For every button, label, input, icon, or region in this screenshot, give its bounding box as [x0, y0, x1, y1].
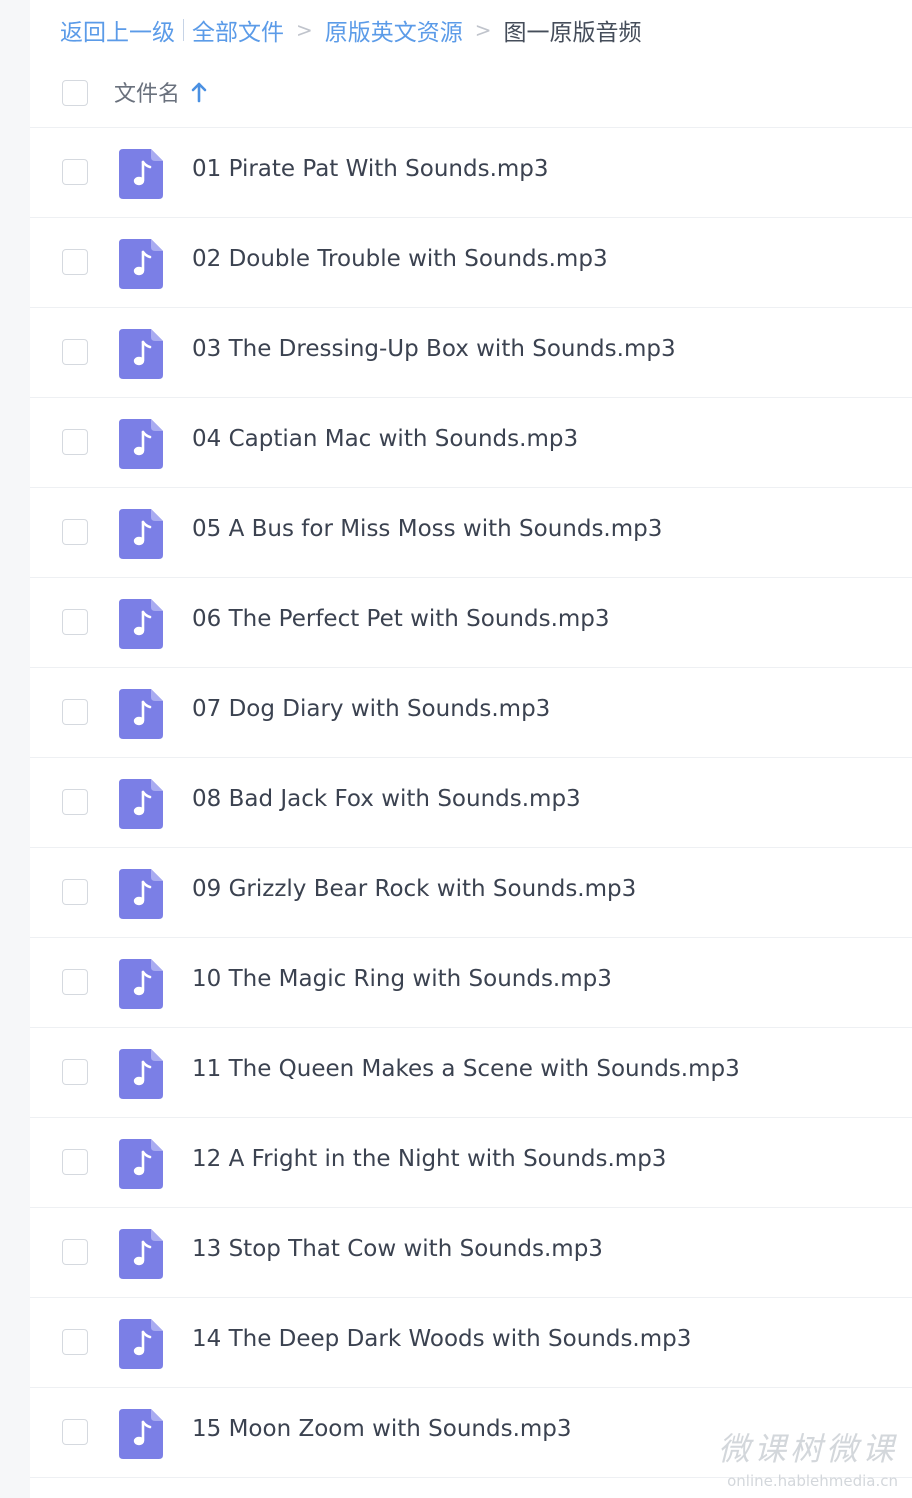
file-name[interactable]: 06 The Perfect Pet with Sounds.mp3 [192, 606, 610, 632]
file-name[interactable]: 15 Moon Zoom with Sounds.mp3 [192, 1416, 572, 1442]
audio-file-icon [119, 1229, 163, 1279]
audio-file-icon [119, 149, 163, 199]
file-checkbox[interactable] [62, 519, 88, 545]
file-row[interactable]: 06 The Perfect Pet with Sounds.mp3 [30, 578, 912, 668]
audio-file-icon [119, 1409, 163, 1459]
file-row[interactable]: 05 A Bus for Miss Moss with Sounds.mp3 [30, 488, 912, 578]
sort-by-name-header[interactable]: 文件名 [114, 76, 208, 108]
file-row[interactable]: 11 The Queen Makes a Scene with Sounds.m… [30, 1028, 912, 1118]
left-sidebar-edge [0, 0, 30, 1498]
file-checkbox[interactable] [62, 159, 88, 185]
file-row[interactable]: 12 A Fright in the Night with Sounds.mp3 [30, 1118, 912, 1208]
file-row[interactable]: 04 Captian Mac with Sounds.mp3 [30, 398, 912, 488]
file-row[interactable]: 10 The Magic Ring with Sounds.mp3 [30, 938, 912, 1028]
arrow-up-icon [190, 81, 208, 103]
breadcrumb-back-link[interactable]: 返回上一级 [60, 13, 175, 47]
file-row[interactable]: 07 Dog Diary with Sounds.mp3 [30, 668, 912, 758]
file-checkbox[interactable] [62, 1059, 88, 1085]
file-name[interactable]: 01 Pirate Pat With Sounds.mp3 [192, 156, 549, 182]
file-browser: 返回上一级 全部文件 > 原版英文资源 > 图一原版音频 文件名 01 Pira… [0, 0, 912, 1498]
audio-file-icon [119, 1049, 163, 1099]
breadcrumb-divider [183, 19, 184, 41]
file-name[interactable]: 11 The Queen Makes a Scene with Sounds.m… [192, 1056, 740, 1082]
file-checkbox[interactable] [62, 1419, 88, 1445]
watermark-url: online.hablehmedia.cn [727, 1472, 898, 1490]
file-checkbox[interactable] [62, 1239, 88, 1265]
file-row[interactable]: 13 Stop That Cow with Sounds.mp3 [30, 1208, 912, 1298]
file-name[interactable]: 08 Bad Jack Fox with Sounds.mp3 [192, 786, 581, 812]
breadcrumb-root-link[interactable]: 全部文件 [192, 13, 284, 47]
file-checkbox[interactable] [62, 429, 88, 455]
file-checkbox[interactable] [62, 699, 88, 725]
file-checkbox[interactable] [62, 1329, 88, 1355]
file-checkbox[interactable] [62, 879, 88, 905]
watermark-text: 微课树微课 [717, 1430, 898, 1468]
audio-file-icon [119, 869, 163, 919]
file-row[interactable]: 14 The Deep Dark Woods with Sounds.mp3 [30, 1298, 912, 1388]
file-row[interactable]: 08 Bad Jack Fox with Sounds.mp3 [30, 758, 912, 848]
audio-file-icon [119, 329, 163, 379]
file-name[interactable]: 02 Double Trouble with Sounds.mp3 [192, 246, 608, 272]
breadcrumb-separator: > [474, 18, 492, 42]
audio-file-icon [119, 419, 163, 469]
audio-file-icon [119, 1139, 163, 1189]
file-checkbox[interactable] [62, 1149, 88, 1175]
audio-file-icon [119, 1319, 163, 1369]
file-checkbox[interactable] [62, 609, 88, 635]
audio-file-icon [119, 959, 163, 1009]
file-checkbox[interactable] [62, 339, 88, 365]
file-name[interactable]: 05 A Bus for Miss Moss with Sounds.mp3 [192, 516, 662, 542]
file-checkbox[interactable] [62, 789, 88, 815]
file-name[interactable]: 14 The Deep Dark Woods with Sounds.mp3 [192, 1326, 691, 1352]
audio-file-icon [119, 599, 163, 649]
list-header: 文件名 [30, 58, 912, 128]
file-name[interactable]: 10 The Magic Ring with Sounds.mp3 [192, 966, 612, 992]
file-name[interactable]: 13 Stop That Cow with Sounds.mp3 [192, 1236, 603, 1262]
audio-file-icon [119, 239, 163, 289]
select-all-checkbox[interactable] [62, 80, 88, 106]
audio-file-icon [119, 689, 163, 739]
file-list: 01 Pirate Pat With Sounds.mp3 02 Double … [30, 128, 912, 1478]
file-checkbox[interactable] [62, 969, 88, 995]
breadcrumb: 返回上一级 全部文件 > 原版英文资源 > 图一原版音频 [60, 8, 642, 52]
file-row[interactable]: 09 Grizzly Bear Rock with Sounds.mp3 [30, 848, 912, 938]
file-name[interactable]: 07 Dog Diary with Sounds.mp3 [192, 696, 550, 722]
file-name[interactable]: 09 Grizzly Bear Rock with Sounds.mp3 [192, 876, 636, 902]
audio-file-icon [119, 779, 163, 829]
file-name[interactable]: 04 Captian Mac with Sounds.mp3 [192, 426, 578, 452]
file-checkbox[interactable] [62, 249, 88, 275]
watermark-logo: 微课树微课 online.hablehmedia.cn [718, 1424, 898, 1490]
file-row[interactable]: 01 Pirate Pat With Sounds.mp3 [30, 128, 912, 218]
breadcrumb-parent-link[interactable]: 原版英文资源 [325, 13, 463, 47]
audio-file-icon [119, 509, 163, 559]
file-name[interactable]: 12 A Fright in the Night with Sounds.mp3 [192, 1146, 666, 1172]
column-label-filename: 文件名 [114, 82, 181, 107]
breadcrumb-current: 图一原版音频 [503, 20, 642, 46]
file-row[interactable]: 03 The Dressing-Up Box with Sounds.mp3 [30, 308, 912, 398]
breadcrumb-separator: > [296, 18, 313, 42]
file-name[interactable]: 03 The Dressing-Up Box with Sounds.mp3 [192, 336, 676, 362]
file-row[interactable]: 02 Double Trouble with Sounds.mp3 [30, 218, 912, 308]
